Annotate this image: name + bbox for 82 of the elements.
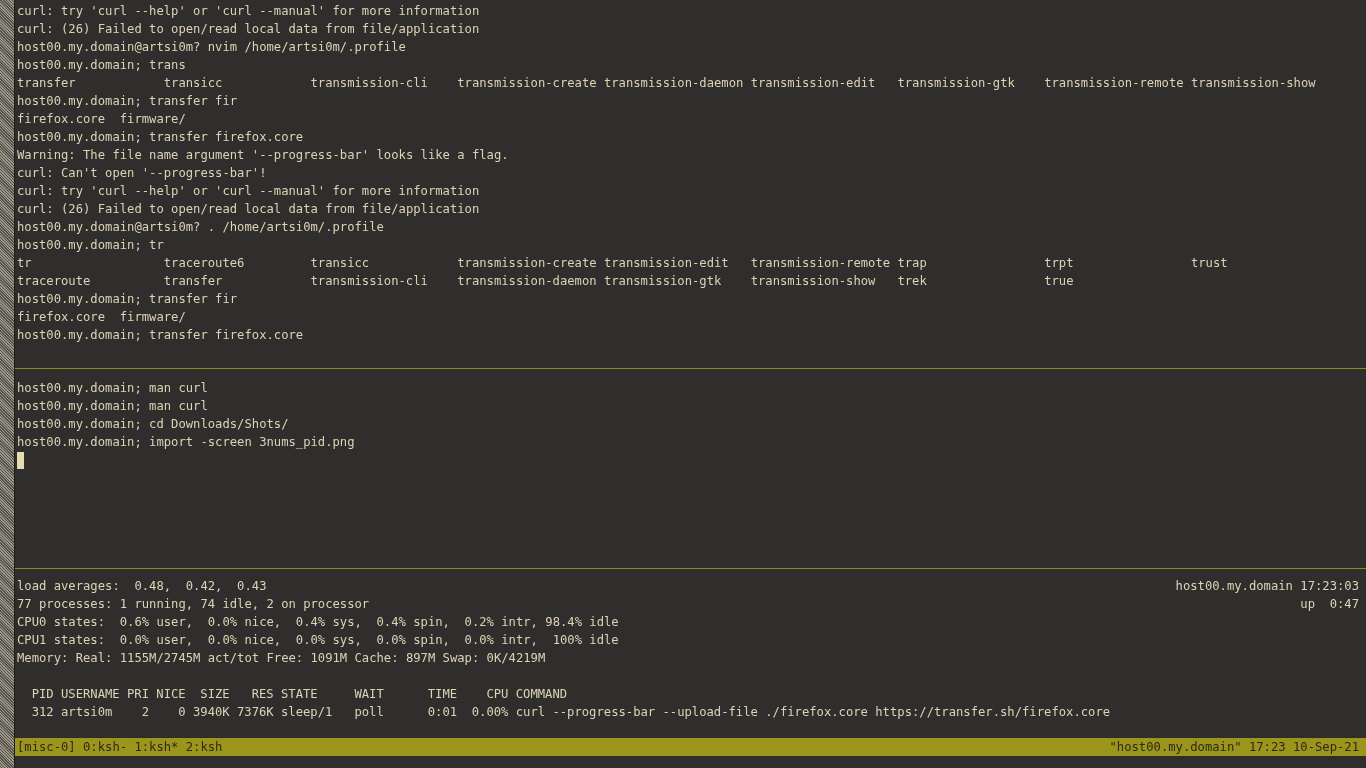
table-cell-text: artsi0m (61, 704, 114, 721)
system-stat: Memory: Real: 1155M/2745M act/tot Free: 1091M Cache: 897M Swap: 0K/4219M (17, 650, 546, 667)
system-stat: load averages: 0.48, 0.42, 0.43 (17, 578, 267, 595)
terminal-line: host00.my.domain; import -screen 3nums_pid.png (17, 434, 355, 451)
completion-item: transicc (163, 75, 224, 92)
system-stat: 77 processes: 1 running, 74 idle, 2 on processor (17, 596, 370, 613)
completion-item: transmission-gtk (603, 273, 723, 290)
completion-item: transmission-edit (603, 255, 730, 272)
completion-item: true (1044, 273, 1075, 290)
table-cell-text: 0 (177, 704, 186, 721)
window-tab[interactable]: 0:ksh- (83, 738, 128, 756)
terminal-line: host00.my.domain@artsi0m? . /home/artsi0m/.profile (17, 219, 384, 236)
table-cell-text: 0.00% (470, 704, 509, 721)
completion-item: transmission-create (457, 75, 598, 92)
terminal-line: host00.my.domain@artsi0m? nvim /home/artsi0m/.profile (17, 39, 406, 56)
completion-item: transfer (163, 273, 224, 290)
terminal-line: host00.my.domain; transfer firefox.core (17, 327, 304, 344)
completion-item: trpt (1044, 255, 1075, 272)
file-name: firefox.core (17, 111, 106, 128)
session-name: [misc-0] (17, 739, 76, 756)
completion-item: transmission-remote (750, 255, 892, 272)
terminal-line: curl: Can't open '--progress-bar'! (17, 165, 267, 182)
terminal-line: curl: try 'curl --help' or 'curl --manual' for more information (17, 183, 480, 200)
completion-item: transmission-show (1190, 75, 1317, 92)
column-header: PID (30, 686, 54, 703)
completion-item: trust (1190, 255, 1229, 272)
terminal-line: host00.my.domain; man curl (17, 398, 208, 415)
table-cell-text: 0:01 (427, 704, 458, 721)
terminal-line: Warning: The file name argument '--progress-bar' looks like a flag. (17, 147, 509, 164)
completion-item: traceroute6 (163, 255, 246, 272)
completion-item: transmission-cli (310, 75, 429, 92)
completion-item: transmission-show (750, 273, 877, 290)
completion-item: transicc (310, 255, 371, 272)
terminal-line: host00.my.domain; transfer fir (17, 291, 238, 308)
window-tab[interactable]: 2:ksh (185, 738, 223, 756)
terminal-line: host00.my.domain; cd Downloads/Shots/ (17, 416, 289, 433)
terminal-line: curl: (26) Failed to open/read local data from file/application (17, 201, 480, 218)
table-cell-text: curl --progress-bar --upload-file ./firefox.core https://transfer.sh/firefox.core (515, 704, 1111, 721)
host-info: up 0:47 (1300, 596, 1359, 613)
completion-item: trek (897, 273, 928, 290)
table-cell-text: 2 (140, 704, 149, 721)
completion-item: transmission-edit (750, 75, 877, 92)
completion-item: transmission-remote (1044, 75, 1185, 92)
file-name: firefox.core (17, 309, 106, 326)
completion-item: transfer (17, 75, 77, 92)
column-header: TIME (427, 686, 458, 703)
terminal-line: host00.my.domain; trans (17, 57, 186, 74)
window-tab[interactable]: 1:ksh* (134, 738, 179, 756)
table-cell-text: 3940K (193, 704, 230, 721)
completion-item: transmission-daemon (603, 75, 745, 92)
column-header: WAIT (354, 686, 385, 703)
file-name: firmware/ (119, 309, 186, 326)
column-header: COMMAND (515, 686, 568, 703)
terminal-line: host00.my.domain; transfer fir (17, 93, 238, 110)
column-header: SIZE (199, 686, 230, 703)
table-cell-text: poll (354, 704, 385, 721)
column-header: STATE (281, 686, 319, 703)
completion-item: transmission-gtk (897, 75, 1016, 92)
terminal-line: curl: try 'curl --help' or 'curl --manual' for more information (17, 3, 480, 20)
system-stat: CPU0 states: 0.6% user, 0.0% nice, 0.4% sys, 0.4% spin, 0.2% intr, 98.4% idle (17, 614, 619, 631)
terminal-line: host00.my.domain; tr (17, 237, 164, 254)
terminal-line: host00.my.domain; man curl (17, 380, 208, 397)
completion-item: tr (17, 255, 33, 272)
status-host-time: "host00.my.domain" 17:23 10-Sep-21 (1109, 739, 1359, 756)
column-header: PRI (127, 686, 149, 703)
system-stat: CPU1 states: 0.0% user, 0.0% nice, 0.0% sys, 0.0% spin, 0.0% intr, 100% idle (17, 632, 619, 649)
completion-item: transmission-cli (310, 273, 429, 290)
column-header: NICE (156, 686, 186, 703)
column-header: RES (250, 686, 274, 703)
terminal-line: host00.my.domain; transfer firefox.core (17, 129, 304, 146)
host-info: host00.my.domain 17:23:03 (1175, 578, 1359, 595)
column-header: CPU (485, 686, 509, 703)
table-cell-text: 312 (30, 704, 54, 721)
table-cell-text: 7376K (237, 704, 274, 721)
table-cell-text: sleep/1 (281, 704, 334, 721)
completion-item: trap (897, 255, 928, 272)
file-name: firmware/ (119, 111, 186, 128)
column-header: USERNAME (61, 686, 120, 703)
completion-item: transmission-create (457, 255, 598, 272)
completion-item: transmission-daemon (457, 273, 598, 290)
terminal-line: curl: (26) Failed to open/read local data from file/application (17, 21, 480, 38)
completion-item: traceroute (17, 273, 92, 290)
